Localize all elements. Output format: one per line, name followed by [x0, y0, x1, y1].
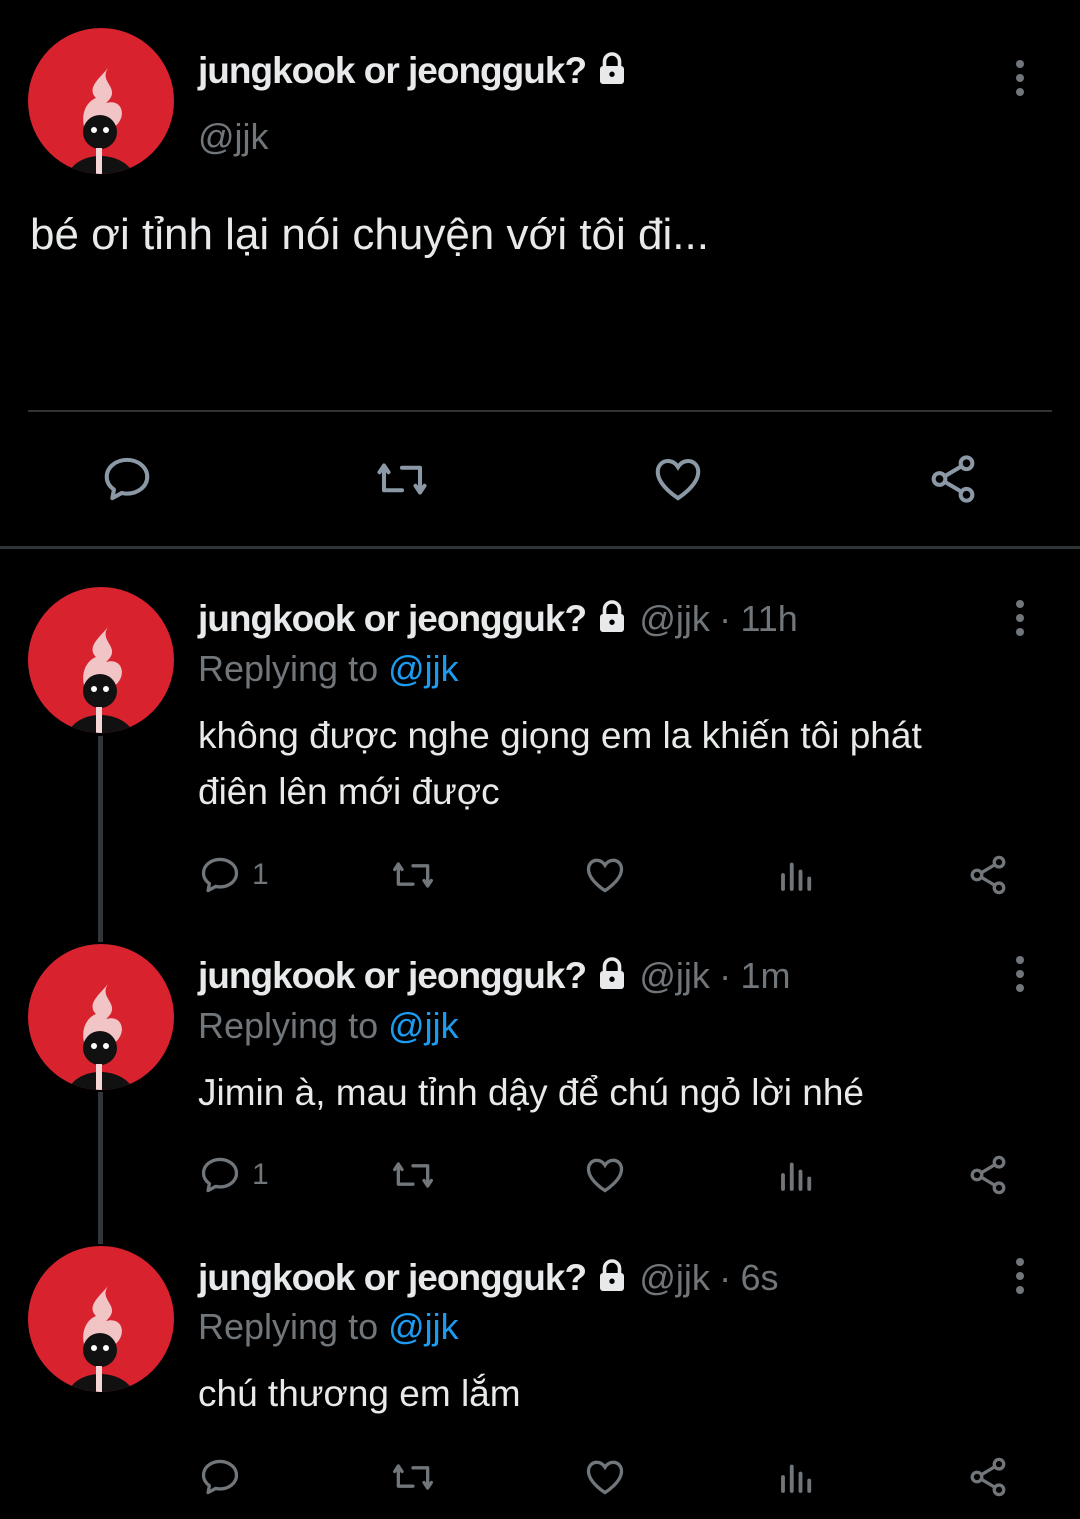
reply-icon[interactable] [198, 1455, 242, 1504]
thread-line [98, 1092, 103, 1244]
replying-to-label: Replying to [198, 648, 389, 689]
avatar-image [68, 984, 134, 1090]
more-options-icon[interactable] [1016, 60, 1026, 102]
avatar-image [68, 1286, 134, 1392]
share-icon[interactable] [926, 452, 980, 511]
divider [0, 546, 1080, 549]
like-icon[interactable] [582, 1455, 628, 1504]
reply-header: jungkook or jeongguk? @jjk · 6s [198, 1257, 778, 1303]
thread-line [98, 736, 103, 942]
share-icon[interactable] [966, 853, 1010, 902]
reply-icon[interactable] [198, 1153, 242, 1202]
analytics-icon[interactable] [776, 853, 818, 902]
divider [28, 410, 1052, 412]
display-name[interactable]: jungkook or jeongguk? [198, 955, 587, 996]
replying-to: Replying to @jjk [198, 1306, 459, 1348]
more-options-icon[interactable] [1016, 956, 1026, 998]
avatar[interactable] [28, 944, 174, 1090]
separator: · [719, 955, 732, 996]
share-icon[interactable] [966, 1455, 1010, 1504]
reply-header: jungkook or jeongguk? @jjk · 1m [198, 955, 790, 1001]
retweet-icon[interactable] [388, 853, 438, 902]
reply-header: jungkook or jeongguk? @jjk · 11h [198, 598, 798, 644]
separator: · [719, 1257, 732, 1298]
retweet-icon[interactable] [388, 1455, 438, 1504]
handle[interactable]: @jjk [198, 116, 269, 158]
retweet-icon[interactable] [372, 452, 432, 511]
lock-icon [594, 51, 630, 96]
mention-link[interactable]: @jjk [388, 1306, 459, 1347]
handle[interactable]: @jjk [639, 1257, 710, 1298]
timestamp[interactable]: 1m [740, 955, 790, 996]
display-name[interactable]: jungkook or jeongguk? [198, 50, 587, 91]
analytics-icon[interactable] [776, 1153, 818, 1202]
tweet-text: bé ơi tỉnh lại nói chuyện với tôi đi... [30, 210, 709, 259]
replying-to-label: Replying to [198, 1306, 389, 1347]
like-icon[interactable] [582, 853, 628, 902]
analytics-icon[interactable] [776, 1455, 818, 1504]
avatar[interactable] [28, 587, 174, 733]
mention-link[interactable]: @jjk [388, 1005, 459, 1046]
reply-text: Jimin à, mau tỉnh dậy để chú ngỏ lời nhé [198, 1072, 864, 1113]
replying-to-label: Replying to [198, 1005, 389, 1046]
reply-count: 1 [252, 858, 269, 891]
more-options-icon[interactable] [1016, 1258, 1026, 1300]
replying-to: Replying to @jjk [198, 648, 459, 690]
reply-icon[interactable] [100, 452, 154, 511]
replying-to: Replying to @jjk [198, 1005, 459, 1047]
like-icon[interactable] [650, 452, 706, 511]
display-name[interactable]: jungkook or jeongguk? [198, 598, 587, 639]
avatar-image [68, 68, 134, 174]
handle[interactable]: @jjk [639, 598, 710, 639]
more-options-icon[interactable] [1016, 600, 1026, 642]
handle[interactable]: @jjk [639, 955, 710, 996]
retweet-icon[interactable] [388, 1153, 438, 1202]
lock-icon [594, 599, 630, 644]
lock-icon [594, 1258, 630, 1303]
like-icon[interactable] [582, 1153, 628, 1202]
reply-text: chú thương em lắm [198, 1373, 521, 1414]
mention-link[interactable]: @jjk [388, 648, 459, 689]
avatar-image [68, 627, 134, 733]
display-name-row[interactable]: jungkook or jeongguk? [198, 50, 630, 96]
timestamp[interactable]: 6s [740, 1257, 778, 1298]
avatar[interactable] [28, 1246, 174, 1392]
timestamp[interactable]: 11h [740, 598, 797, 639]
display-name[interactable]: jungkook or jeongguk? [198, 1257, 587, 1298]
reply-count: 1 [252, 1158, 269, 1191]
lock-icon [594, 956, 630, 1001]
avatar[interactable] [28, 28, 174, 174]
reply-icon[interactable] [198, 853, 242, 902]
reply-text: không được nghe giọng em la khiến tôi ph… [198, 715, 922, 812]
separator: · [719, 598, 732, 639]
share-icon[interactable] [966, 1153, 1010, 1202]
